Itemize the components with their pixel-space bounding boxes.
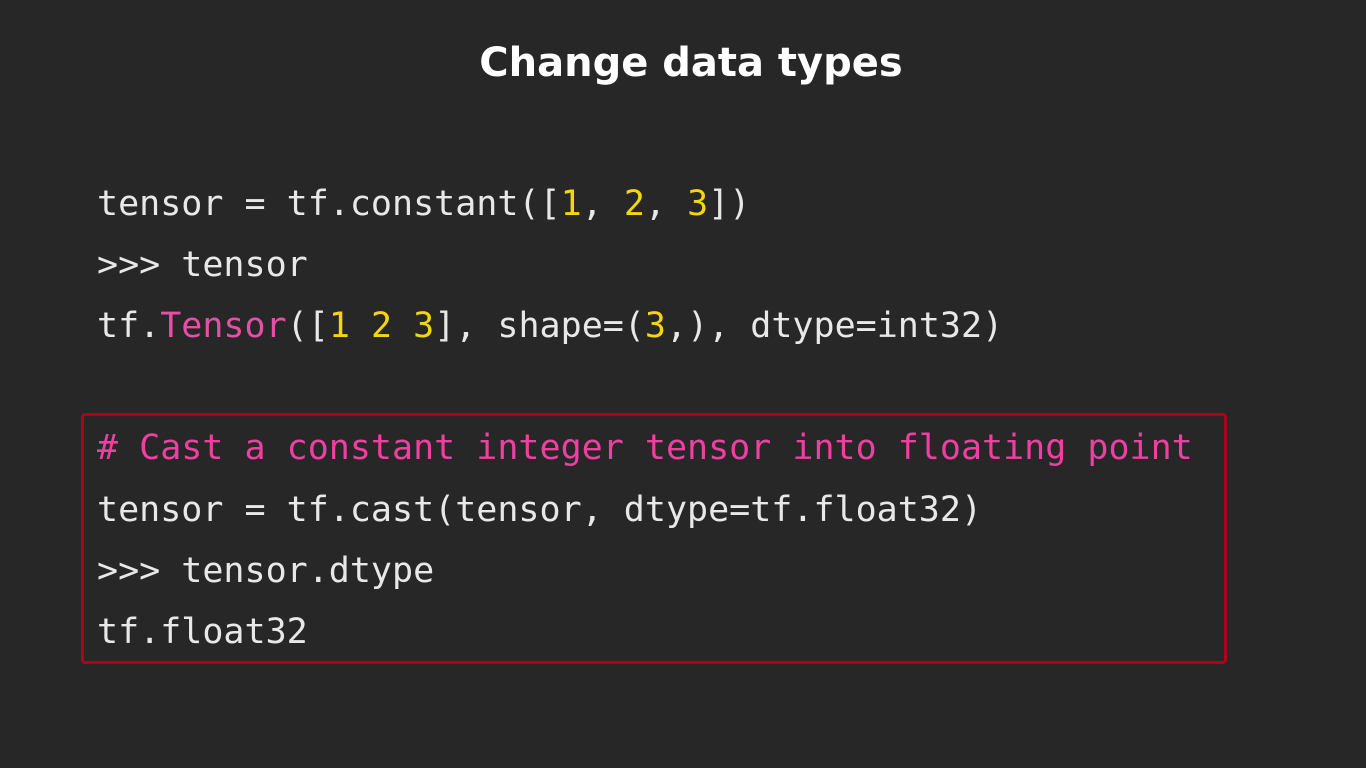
- code-text: ,: [581, 184, 624, 224]
- number-literal: 3: [687, 184, 709, 224]
- code-text: ,), dtype=int32): [666, 306, 1004, 346]
- number-literal: 2: [370, 306, 393, 346]
- code-line-prompt-tensor: >>> tensor: [97, 245, 308, 285]
- code-line-constant: tensor = tf.constant([1, 2, 3]): [97, 184, 750, 225]
- slide-title: Change data types: [479, 40, 903, 86]
- number-literal: 3: [644, 306, 666, 346]
- code-text: ], shape=(: [434, 306, 645, 346]
- code-text: ([: [286, 306, 329, 346]
- code-text: tf.: [97, 306, 161, 346]
- code-text: ]): [708, 184, 751, 224]
- number-literal: 1: [328, 306, 350, 346]
- code-text: ,: [644, 184, 688, 224]
- code-line-dtype-output: tf.float32: [97, 612, 308, 652]
- code-line-cast: tensor = tf.cast(tensor, dtype=tf.float3…: [97, 490, 983, 530]
- code-line-tensor-output: tf.Tensor([1 2 3], shape=(3,), dtype=int…: [97, 306, 1003, 347]
- code-comment: # Cast a constant integer tensor into fl…: [97, 428, 1193, 468]
- number-literal: 2: [623, 184, 645, 224]
- number-literal: 3: [413, 306, 435, 346]
- code-line-prompt-dtype: >>> tensor.dtype: [97, 551, 435, 591]
- slide: Change data types tensor = tf.constant([…: [0, 0, 1366, 768]
- code-text: tensor = tf.constant([: [97, 184, 561, 224]
- class-name: Tensor: [160, 306, 287, 346]
- number-literal: 1: [560, 184, 582, 224]
